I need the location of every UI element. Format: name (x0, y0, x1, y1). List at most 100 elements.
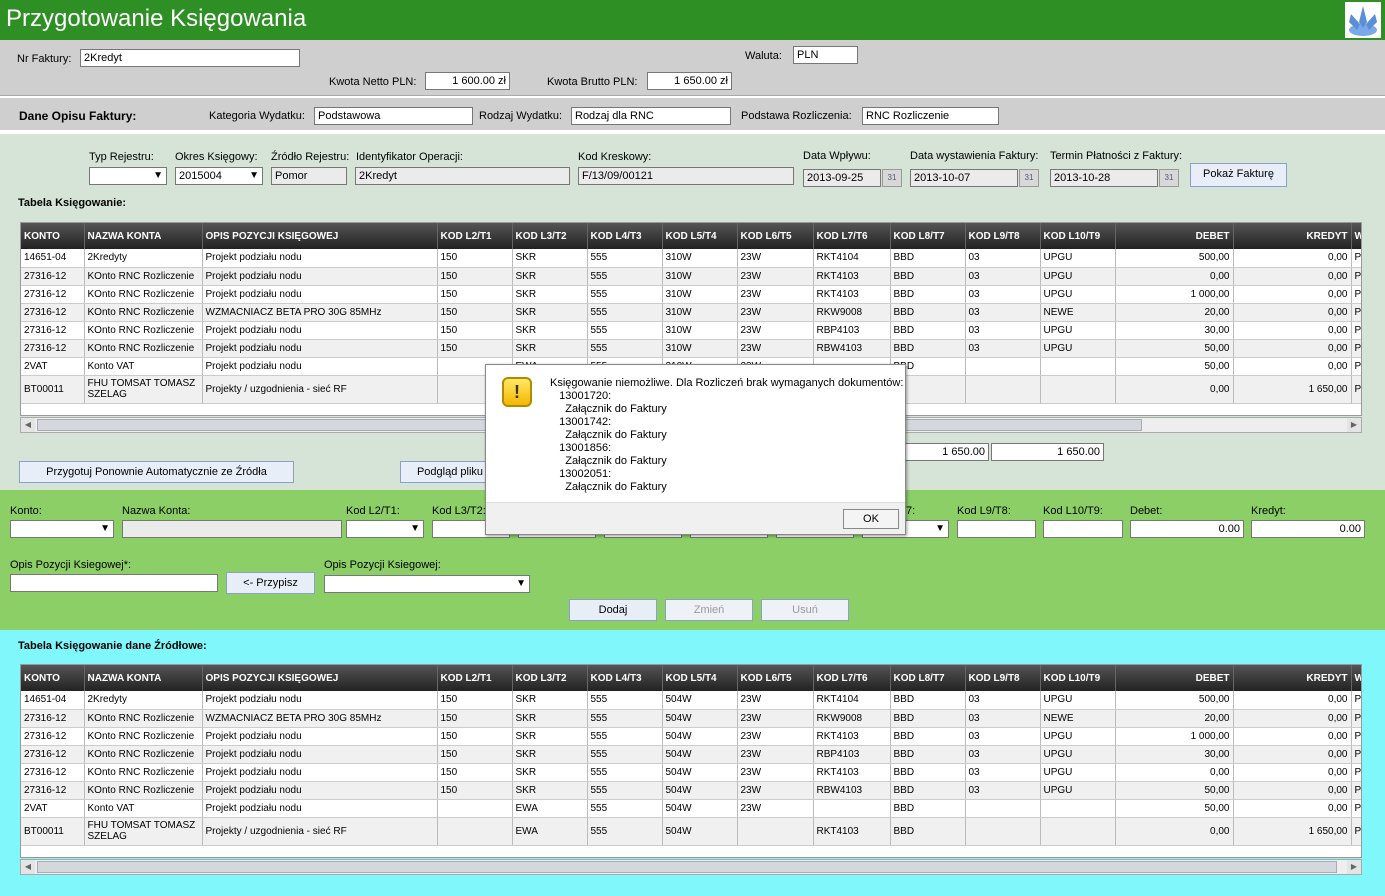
table-cell: 504W (662, 709, 738, 728)
scroll-right-icon[interactable]: ▶ (1347, 418, 1361, 432)
show-invoice-button[interactable]: Pokaż Fakturę (1190, 163, 1287, 187)
table-cell: 27316-12 (21, 745, 85, 764)
column-header[interactable]: KONTO (21, 665, 85, 691)
table-cell: KOnto RNC Rozliczenie (84, 727, 203, 746)
table-cell: 23W (737, 691, 814, 710)
register-type-select[interactable] (89, 167, 167, 185)
column-header[interactable]: KOD L9/T8 (965, 665, 1041, 691)
column-header[interactable]: KREDYT (1233, 665, 1352, 691)
category-field[interactable]: Podstawowa (314, 107, 473, 125)
column-header[interactable]: KOD L7/T6 (813, 665, 891, 691)
operation-id-field[interactable]: 2Kredyt (355, 167, 570, 185)
invoice-number-field[interactable]: 2Kredyt (80, 49, 300, 67)
scroll-thumb[interactable] (37, 861, 1337, 873)
column-header[interactable]: KOD L2/T1 (437, 223, 513, 249)
issue-date-field[interactable]: 2013-10-07 (910, 169, 1018, 187)
table-cell: BBD (890, 303, 966, 322)
table-row[interactable]: 27316-12 KOnto RNC Rozliczenie Projekt pod… (21, 763, 1361, 782)
entry-description-select[interactable] (324, 575, 530, 593)
code-l10-field[interactable] (1043, 520, 1123, 538)
column-header[interactable]: KOD L2/T1 (437, 665, 513, 691)
column-header[interactable]: KONTO (21, 223, 85, 249)
due-date-field[interactable]: 2013-10-28 (1050, 169, 1158, 187)
table-cell: RKW9008 (813, 303, 891, 322)
table-row[interactable]: 27316-12 KOnto RNC Rozliczenie Projekt pod… (21, 339, 1361, 358)
add-button[interactable]: Dodaj (569, 599, 657, 621)
column-header[interactable]: DEBET (1115, 223, 1234, 249)
register-source-field[interactable]: Pomor (271, 167, 347, 185)
column-header[interactable]: KREDYT (1233, 223, 1352, 249)
column-header[interactable]: KOD L4/T3 (587, 665, 663, 691)
column-header[interactable]: KOD L10/T9 (1040, 665, 1116, 691)
column-header[interactable]: NAZWA KONTA (84, 223, 203, 249)
table-cell: KOnto RNC Rozliczenie (84, 745, 203, 764)
column-header[interactable]: KOD L8/T7 (890, 665, 966, 691)
column-header[interactable]: DEBET (1115, 665, 1234, 691)
source-table-scrollbar[interactable]: ◀ ▶ (20, 859, 1362, 875)
gross-amount-field[interactable]: 1 650.00 zł (647, 72, 732, 90)
scroll-left-icon[interactable]: ◀ (21, 418, 35, 432)
period-select[interactable]: 2015004 (175, 167, 263, 185)
debet-field[interactable]: 0.00 (1130, 520, 1244, 538)
table-cell: Projekt podziału nodu (202, 285, 438, 304)
table-row[interactable]: 27316-12 KOnto RNC Rozliczenie WZMACNIACZ … (21, 709, 1361, 728)
column-header[interactable]: OPIS POZYCJI KSIĘGOWEJ (202, 665, 438, 691)
column-header[interactable]: KOD L6/T5 (737, 223, 814, 249)
assign-button[interactable]: <- Przypisz (226, 572, 315, 594)
column-header[interactable]: WA (1351, 665, 1361, 691)
table-row[interactable]: 27316-12 KOnto RNC Rozliczenie Projekt pod… (21, 267, 1361, 286)
account-name-field[interactable] (122, 520, 342, 538)
table-row[interactable]: 14651-04 2Kredyty Projekt podziału nodu 150… (21, 249, 1361, 268)
account-select[interactable] (10, 520, 114, 538)
remove-button[interactable]: Usuń (761, 599, 849, 621)
calendar-icon[interactable]: 31 (1019, 169, 1039, 187)
column-header[interactable]: KOD L5/T4 (662, 223, 738, 249)
table-cell: PL (1351, 285, 1361, 304)
table-cell: PL (1351, 817, 1361, 846)
calendar-icon[interactable]: 31 (882, 169, 902, 187)
table-row[interactable]: 27316-12 KOnto RNC Rozliczenie WZMACNIACZ … (21, 303, 1361, 322)
barcode-field[interactable]: F/13/09/00121 (578, 167, 794, 185)
category-label: Kategoria Wydatku: (209, 110, 305, 122)
net-amount-field[interactable]: 1 600.00 zł (425, 72, 510, 90)
table-cell: BBD (890, 799, 966, 818)
source-table-title: Tabela Księgowanie dane Źródłowe: (18, 640, 207, 652)
code-l2-select[interactable] (346, 520, 424, 538)
column-header[interactable]: WA (1351, 223, 1361, 249)
column-header[interactable]: KOD L3/T2 (512, 223, 588, 249)
expense-kind-field[interactable]: Rodzaj dla RNC (571, 107, 731, 125)
table-row[interactable]: 27316-12 KOnto RNC Rozliczenie Projekt pod… (21, 727, 1361, 746)
table-row[interactable]: 2VATKonto VATProjekt podziału nodu EWA555… (21, 799, 1361, 818)
column-header[interactable]: KOD L4/T3 (587, 223, 663, 249)
regenerate-button[interactable]: Przygotuj Ponownie Automatycznie ze Źród… (19, 461, 294, 483)
settlement-basis-field[interactable]: RNC Rozliczenie (862, 107, 999, 125)
column-header[interactable]: KOD L3/T2 (512, 665, 588, 691)
table-row[interactable]: 27316-12 KOnto RNC Rozliczenie Projekt pod… (21, 321, 1361, 340)
column-header[interactable]: OPIS POZYCJI KSIĘGOWEJ (202, 223, 438, 249)
calendar-icon[interactable]: 31 (1159, 169, 1179, 187)
column-header[interactable]: KOD L10/T9 (1040, 223, 1116, 249)
column-header[interactable]: KOD L5/T4 (662, 665, 738, 691)
table-cell: 0,00 (1233, 691, 1352, 710)
table-row[interactable]: 27316-12 KOnto RNC Rozliczenie Projekt pod… (21, 781, 1361, 800)
scroll-left-icon[interactable]: ◀ (21, 860, 35, 874)
kredyt-field[interactable]: 0.00 (1251, 520, 1365, 538)
column-header[interactable]: KOD L8/T7 (890, 223, 966, 249)
column-header[interactable]: KOD L9/T8 (965, 223, 1041, 249)
code-l9-field[interactable] (957, 520, 1036, 538)
currency-field[interactable]: PLN (793, 46, 858, 64)
column-header[interactable]: KOD L6/T5 (737, 665, 814, 691)
column-header[interactable]: NAZWA KONTA (84, 665, 203, 691)
table-row[interactable]: BT00011 FHU TOMSAT TOMASZ SZELAG Projekty … (21, 817, 1361, 846)
table-row[interactable]: 14651-04 2Kredyty Projekt podziału nodu 150… (21, 691, 1361, 710)
table-cell: 150 (437, 249, 513, 268)
change-button[interactable]: Zmień (665, 599, 753, 621)
table-row[interactable]: 27316-12 KOnto RNC Rozliczenie Projekt pod… (21, 745, 1361, 764)
scroll-right-icon[interactable]: ▶ (1347, 860, 1361, 874)
table-row[interactable]: 27316-12 KOnto RNC Rozliczenie Projekt pod… (21, 285, 1361, 304)
total-debet: 1 650.00 (894, 443, 989, 461)
receipt-date-field[interactable]: 2013-09-25 (803, 169, 881, 187)
ok-button[interactable]: OK (843, 509, 899, 529)
entry-description-field[interactable] (10, 574, 218, 592)
column-header[interactable]: KOD L7/T6 (813, 223, 891, 249)
